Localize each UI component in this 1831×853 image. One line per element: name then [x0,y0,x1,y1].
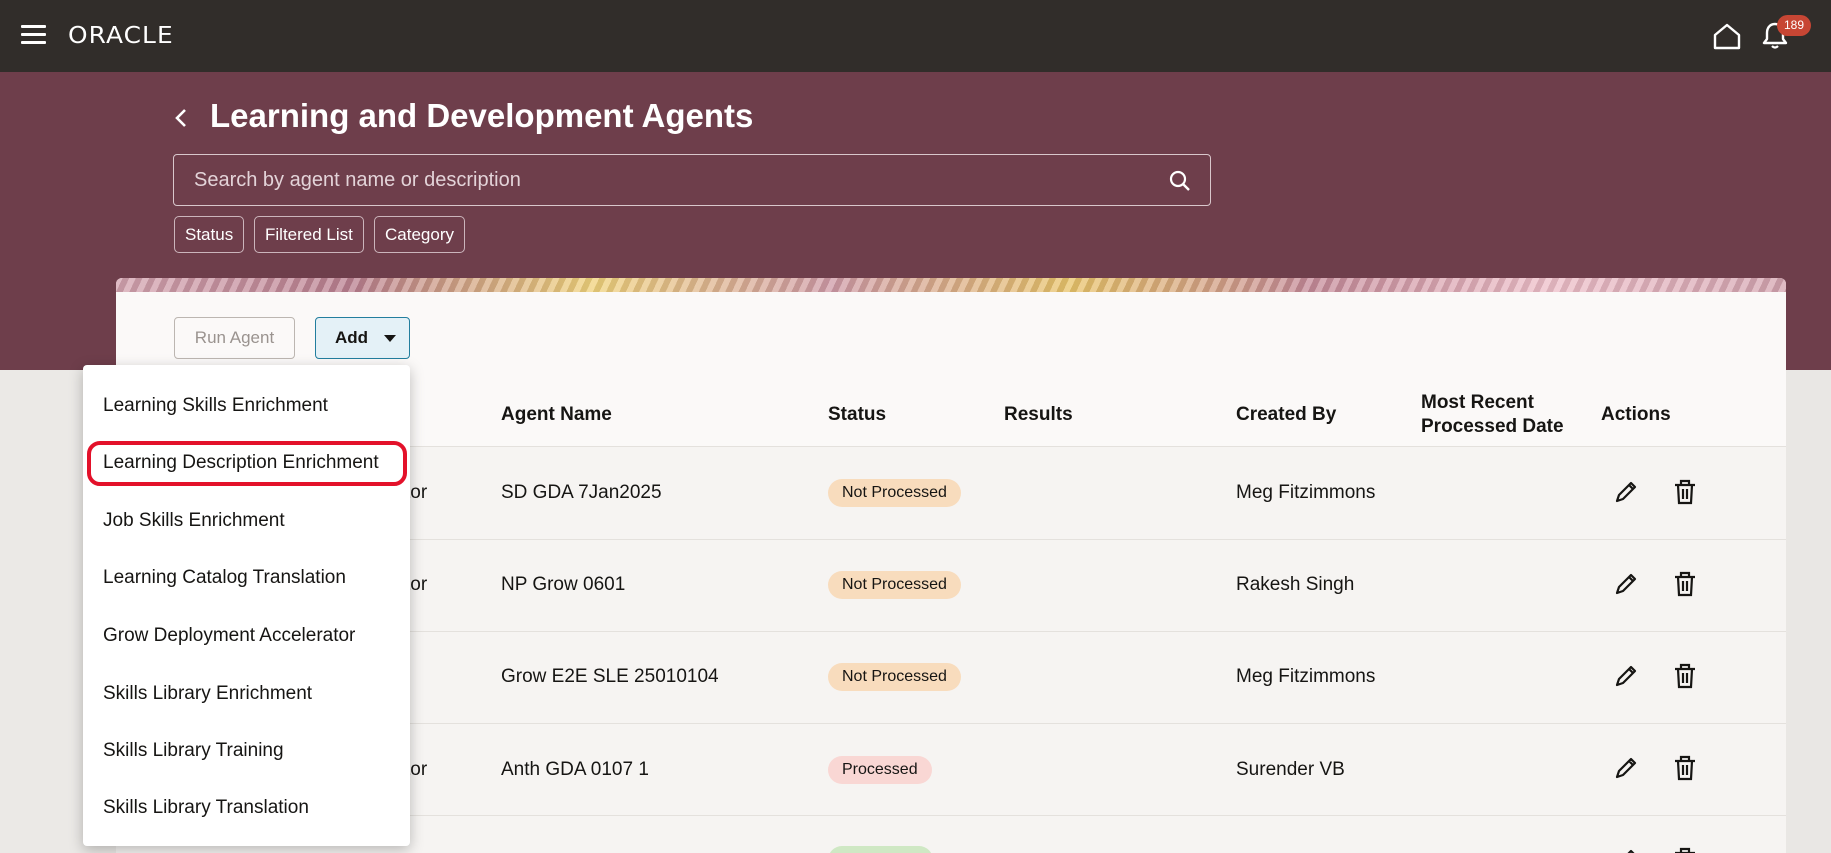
column-header-created-by[interactable]: Created By [1236,403,1336,426]
row-created-by: Surender VB [1236,759,1345,780]
trash-icon[interactable] [1671,662,1699,690]
filter-chip-category[interactable]: Category [374,216,465,253]
menu-item-learning-skills-enrichment[interactable]: Learning Skills Enrichment [103,395,328,417]
add-button-label: Add [335,328,369,347]
global-header [0,0,1831,72]
row-created-by: Meg Fitzimmons [1236,666,1376,687]
search-input[interactable] [174,155,1154,205]
edit-pencil-icon[interactable] [1612,754,1640,782]
filter-chip-status[interactable]: Status [174,216,245,253]
edit-pencil-icon[interactable] [1612,570,1640,598]
trash-icon[interactable] [1671,846,1699,853]
search-icon[interactable] [1168,169,1192,193]
menu-item-grow-deployment-accelerator[interactable]: Grow Deployment Accelerator [103,625,355,647]
menu-item-learning-catalog-translation[interactable]: Learning Catalog Translation [103,567,346,589]
row-created-by: Rakesh Singh [1236,574,1355,595]
oracle-logo[interactable]: ORACLE [68,23,174,49]
trash-icon[interactable] [1671,478,1699,506]
row-created-by: Meg Fitzimmons [1236,482,1376,503]
trash-icon[interactable] [1671,570,1699,598]
row-agent-name[interactable]: Grow E2E SLE 25010104 [501,666,719,688]
status-badge: Not Processed [828,479,961,507]
trash-icon[interactable] [1671,754,1699,782]
menu-item-skills-library-enrichment[interactable]: Skills Library Enrichment [103,683,312,705]
back-chevron-icon[interactable] [170,106,194,130]
row-agent-name[interactable]: Anth GDA 0107 1 [501,759,649,781]
notification-count-badge: 189 [1777,15,1811,36]
column-header-processed-date[interactable]: Processed Date [1421,415,1564,438]
row-agent-name[interactable]: SD GDA 7Jan2025 [501,482,662,504]
column-header-results[interactable]: Results [1004,403,1073,426]
edit-pencil-icon[interactable] [1612,662,1640,690]
row-agent-name[interactable]: NP Grow 0601 [501,574,625,596]
add-button[interactable]: Add [315,317,410,359]
decorative-banner [116,278,1786,292]
highlight-annotation [87,441,407,486]
caret-down-icon [384,335,396,342]
edit-pencil-icon[interactable] [1612,846,1640,853]
search-bar [173,154,1211,206]
run-agent-button[interactable]: Run Agent [174,317,295,359]
menu-item-job-skills-enrichment[interactable]: Job Skills Enrichment [103,510,285,532]
column-header-actions: Actions [1601,404,1671,425]
hamburger-menu-icon[interactable] [21,25,46,45]
column-header-most-recent[interactable]: Most Recent [1421,391,1534,414]
status-badge [828,846,933,853]
filter-chip-filtered-list[interactable]: Filtered List [254,216,364,253]
home-icon[interactable] [1712,22,1742,50]
status-badge: Not Processed [828,663,961,691]
page-title: Learning and Development Agents [210,97,754,134]
column-header-status[interactable]: Status [828,403,886,426]
menu-item-skills-library-training[interactable]: Skills Library Training [103,740,284,762]
edit-pencil-icon[interactable] [1612,478,1640,506]
add-dropdown-menu: Learning Skills Enrichment Learning Desc… [83,365,410,846]
column-header-agent-name[interactable]: Agent Name [501,403,612,426]
status-badge: Not Processed [828,571,961,599]
menu-item-skills-library-translation[interactable]: Skills Library Translation [103,797,309,819]
status-badge: Processed [828,756,932,784]
